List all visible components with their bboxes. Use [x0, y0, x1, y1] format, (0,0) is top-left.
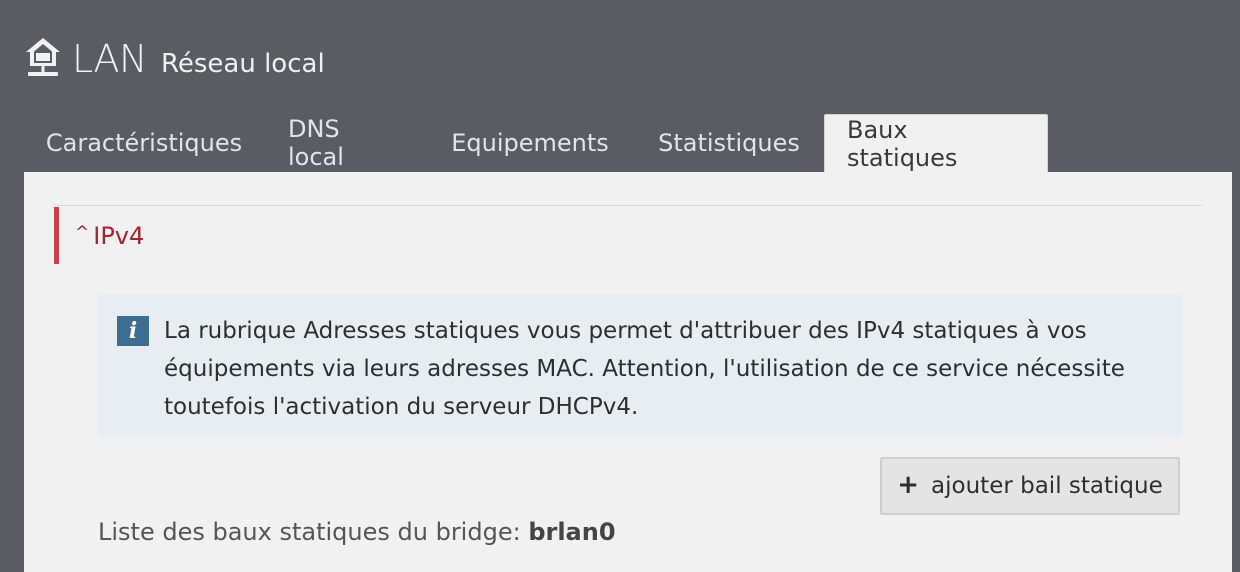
chevron-up-icon: ^: [75, 222, 90, 243]
tab-bar: Caractéristiques DNS local Equipements S…: [24, 114, 1048, 172]
section-toggle-ipv4[interactable]: ^ IPv4: [54, 207, 144, 264]
info-text: La rubrique Adresses statiques vous perm…: [164, 318, 1125, 420]
section-title: IPv4: [93, 221, 145, 250]
plus-icon: +: [897, 470, 920, 500]
add-static-lease-button[interactable]: + ajouter bail statique: [880, 457, 1180, 515]
section-divider: [54, 205, 1202, 206]
page-title: LAN: [72, 37, 147, 81]
tab-equipements[interactable]: Equipements: [426, 114, 634, 172]
tab-caracteristiques[interactable]: Caractéristiques: [24, 114, 264, 172]
list-label-text: Liste des baux statiques du bridge:: [98, 518, 521, 546]
home-router-icon: [26, 38, 60, 76]
info-icon: i: [117, 316, 149, 346]
bridge-name: brlan0: [528, 518, 616, 546]
tab-baux-statiques[interactable]: Baux statiques: [824, 114, 1048, 172]
info-box: i La rubrique Adresses statiques vous pe…: [98, 294, 1182, 437]
tab-panel: ^ IPv4 i La rubrique Adresses statiques …: [24, 172, 1232, 572]
page-header: LAN Réseau local: [24, 28, 325, 81]
page-subtitle: Réseau local: [160, 49, 325, 79]
lease-list-label: Liste des baux statiques du bridge: brla…: [98, 518, 616, 546]
add-button-label: ajouter bail statique: [931, 473, 1163, 499]
tab-dns-local[interactable]: DNS local: [264, 114, 426, 172]
tab-statistiques[interactable]: Statistiques: [634, 114, 824, 172]
